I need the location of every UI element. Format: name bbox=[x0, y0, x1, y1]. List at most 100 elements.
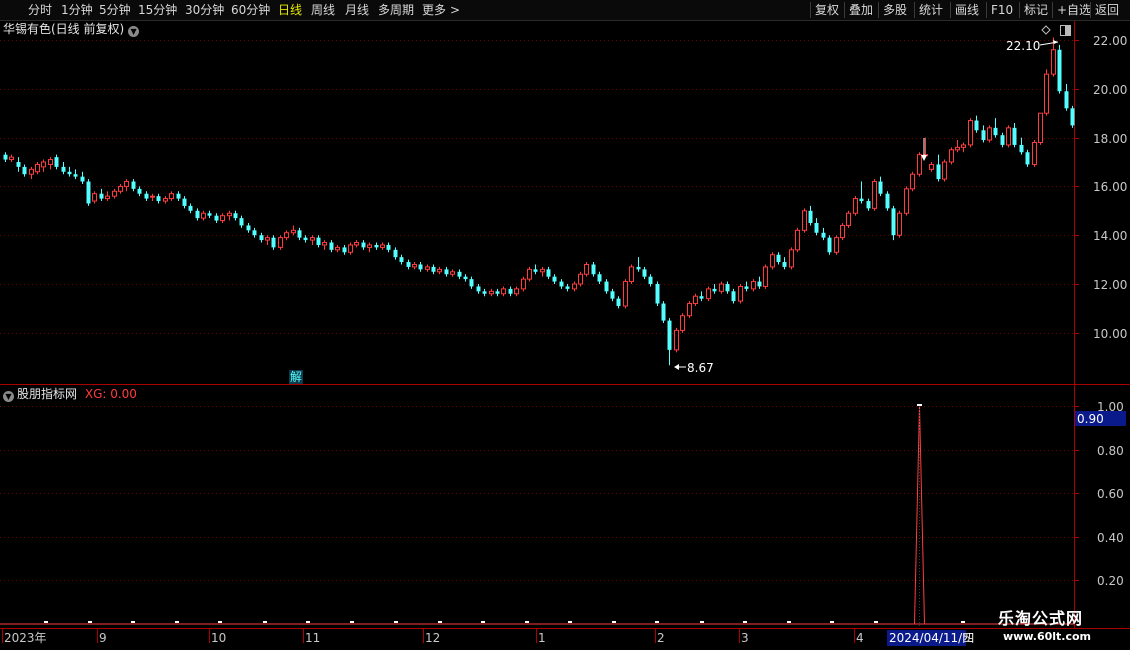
tab-60min[interactable]: 60分钟 bbox=[231, 0, 270, 20]
candle[interactable] bbox=[476, 284, 481, 294]
candle[interactable] bbox=[968, 118, 973, 148]
tab-15min[interactable]: 15分钟 bbox=[138, 0, 177, 20]
candle[interactable] bbox=[227, 210, 232, 221]
candle[interactable] bbox=[246, 223, 251, 233]
tab-daily[interactable]: 日线 bbox=[278, 0, 302, 20]
candle[interactable] bbox=[297, 227, 302, 241]
chevron-right-icon[interactable]: > bbox=[450, 0, 460, 20]
candle[interactable] bbox=[195, 208, 200, 221]
candle[interactable] bbox=[961, 142, 966, 153]
candle[interactable] bbox=[233, 210, 238, 221]
candle[interactable] bbox=[367, 242, 372, 253]
candle[interactable] bbox=[188, 203, 193, 214]
candle[interactable] bbox=[131, 179, 136, 192]
candle[interactable] bbox=[495, 288, 500, 297]
candle[interactable] bbox=[629, 264, 634, 284]
tab-weekly[interactable]: 周线 bbox=[311, 0, 335, 20]
candle[interactable] bbox=[559, 279, 564, 289]
candle[interactable] bbox=[687, 301, 692, 319]
candle[interactable] bbox=[303, 235, 308, 243]
candle[interactable] bbox=[584, 262, 589, 277]
candle[interactable] bbox=[616, 296, 621, 309]
candle[interactable] bbox=[92, 191, 97, 204]
candle[interactable] bbox=[917, 152, 922, 177]
candle[interactable] bbox=[521, 276, 526, 292]
candle[interactable] bbox=[259, 232, 264, 243]
overlay-button[interactable]: 叠加 bbox=[849, 0, 873, 20]
candle[interactable] bbox=[386, 242, 391, 253]
restore-rights-button[interactable]: 复权 bbox=[815, 0, 839, 20]
candle[interactable] bbox=[1057, 44, 1062, 94]
candle[interactable] bbox=[936, 154, 941, 182]
add-watchlist-button[interactable]: +自选 bbox=[1057, 0, 1091, 20]
candle[interactable] bbox=[719, 281, 724, 294]
candle[interactable] bbox=[67, 166, 72, 177]
candle[interactable] bbox=[699, 291, 704, 302]
candle[interactable] bbox=[706, 286, 711, 302]
candle[interactable] bbox=[981, 125, 986, 143]
tab-30min[interactable]: 30分钟 bbox=[185, 0, 224, 20]
chevron-down-icon[interactable]: ▼ bbox=[128, 26, 140, 37]
candle[interactable] bbox=[48, 157, 53, 170]
candle[interactable] bbox=[265, 235, 270, 245]
candle[interactable] bbox=[1019, 137, 1024, 155]
candle[interactable] bbox=[291, 225, 296, 236]
candle[interactable] bbox=[431, 264, 436, 275]
candle[interactable] bbox=[540, 266, 545, 277]
candle[interactable] bbox=[725, 281, 730, 294]
panel-expand-icon[interactable] bbox=[1041, 25, 1051, 35]
candle[interactable] bbox=[156, 193, 161, 204]
candle[interactable] bbox=[1000, 132, 1005, 148]
candle[interactable] bbox=[137, 186, 142, 197]
tab-1min[interactable]: 1分钟 bbox=[61, 0, 93, 20]
candle[interactable] bbox=[169, 191, 174, 202]
candle[interactable] bbox=[252, 227, 257, 238]
candle[interactable] bbox=[827, 235, 832, 255]
candle[interactable] bbox=[1044, 69, 1049, 116]
candle[interactable] bbox=[1025, 149, 1030, 167]
candle[interactable] bbox=[22, 164, 27, 177]
panel-restore-icon[interactable] bbox=[1060, 25, 1071, 36]
candle[interactable] bbox=[354, 240, 359, 248]
candle[interactable] bbox=[335, 244, 340, 253]
candle[interactable] bbox=[891, 205, 896, 241]
candle[interactable] bbox=[751, 279, 756, 292]
candle[interactable] bbox=[840, 223, 845, 241]
candle[interactable] bbox=[361, 240, 366, 250]
candle[interactable] bbox=[418, 262, 423, 272]
candle[interactable] bbox=[29, 166, 34, 180]
candle[interactable] bbox=[533, 264, 538, 275]
candle[interactable] bbox=[393, 247, 398, 260]
candle[interactable] bbox=[929, 162, 934, 172]
candle[interactable] bbox=[406, 259, 411, 270]
back-button[interactable]: 返回 bbox=[1095, 0, 1119, 20]
candle[interactable] bbox=[374, 242, 379, 250]
tab-monthly[interactable]: 月线 bbox=[345, 0, 369, 20]
candle[interactable] bbox=[73, 169, 78, 180]
candle[interactable] bbox=[949, 147, 954, 165]
candle[interactable] bbox=[61, 162, 66, 175]
candle[interactable] bbox=[437, 266, 442, 275]
candle[interactable] bbox=[457, 269, 462, 280]
tab-intraday[interactable]: 分时 bbox=[28, 0, 52, 20]
candle[interactable] bbox=[284, 230, 289, 241]
indicator-header[interactable]: ▼ 股朋指标网 XG: 0.00 bbox=[3, 387, 137, 402]
event-marker-jie[interactable]: 解 bbox=[289, 370, 304, 384]
statistics-button[interactable]: 统计 bbox=[919, 0, 943, 20]
candle[interactable] bbox=[489, 288, 494, 297]
candle[interactable] bbox=[987, 125, 992, 143]
candle[interactable] bbox=[546, 266, 551, 280]
candle[interactable] bbox=[118, 183, 123, 194]
candle[interactable] bbox=[399, 254, 404, 265]
candle[interactable] bbox=[316, 235, 321, 248]
candle[interactable] bbox=[463, 274, 468, 282]
candle[interactable] bbox=[795, 227, 800, 253]
candle[interactable] bbox=[904, 186, 909, 216]
candle[interactable] bbox=[482, 288, 487, 297]
candle[interactable] bbox=[425, 264, 430, 272]
candle[interactable] bbox=[763, 264, 768, 289]
candle[interactable] bbox=[444, 266, 449, 277]
candle[interactable] bbox=[674, 327, 679, 353]
candle[interactable] bbox=[802, 208, 807, 233]
tab-multi-period[interactable]: 多周期 bbox=[378, 0, 414, 20]
